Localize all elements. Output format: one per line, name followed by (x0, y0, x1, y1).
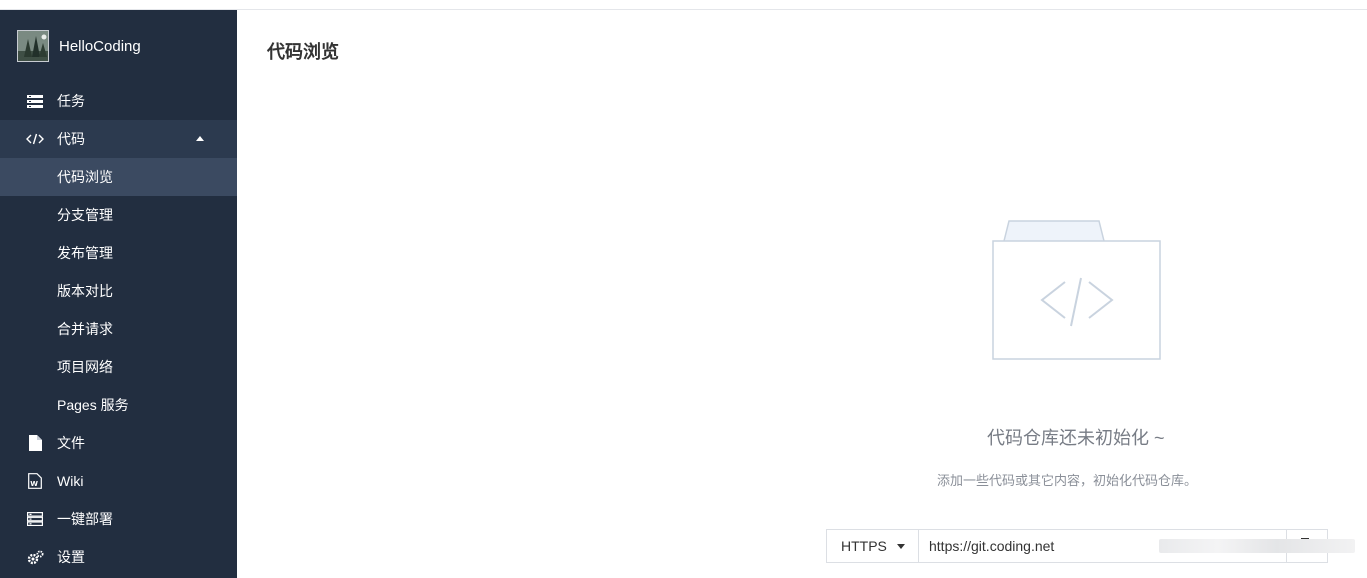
sidebar-item-label: 分支管理 (57, 207, 113, 223)
sidebar-item-label: 版本对比 (57, 283, 113, 299)
sidebar-item-releases[interactable]: 发布管理 (0, 234, 237, 272)
wiki-icon: W (26, 473, 44, 489)
sidebar-item-label: 项目网络 (57, 359, 113, 375)
sidebar-item-compare[interactable]: 版本对比 (0, 272, 237, 310)
sidebar-item-tasks[interactable]: 任务 (0, 82, 237, 120)
chevron-down-icon (897, 544, 905, 549)
sidebar-item-label: 合并请求 (57, 321, 113, 337)
sidebar-item-deploy[interactable]: 一键部署 (0, 500, 237, 538)
sidebar-item-code-browse[interactable]: 代码浏览 (0, 158, 237, 196)
sidebar-item-label: 代码浏览 (57, 169, 113, 185)
code-icon (26, 131, 44, 147)
sidebar-item-label: 任务 (57, 93, 85, 109)
empty-repo-illustration (992, 220, 1162, 362)
file-icon (26, 435, 44, 451)
sidebar-item-merge-requests[interactable]: 合并请求 (0, 310, 237, 348)
clone-url-wrapper (919, 530, 1355, 562)
sidebar-item-pages[interactable]: Pages 服务 (0, 386, 237, 424)
page-title: 代码浏览 (267, 42, 339, 62)
sidebar-item-label: Pages 服务 (57, 397, 129, 413)
project-name: HelloCoding (59, 37, 141, 55)
sidebar-item-files[interactable]: 文件 (0, 424, 237, 462)
sidebar-item-label: 设置 (57, 549, 85, 565)
sidebar-nav: 任务 代码 代码浏览 分支管理 发布管理 版本对比 合并请求 项目网络 Page (0, 82, 237, 576)
sidebar-item-network[interactable]: 项目网络 (0, 348, 237, 386)
empty-state-title: 代码仓库还未初始化 ~ (987, 428, 1165, 448)
sidebar-item-label: 发布管理 (57, 245, 113, 261)
clone-url-bar: HTTPS (826, 529, 1355, 563)
protocol-value: HTTPS (841, 538, 887, 554)
svg-text:W: W (30, 480, 38, 488)
sidebar: HelloCoding 任务 代码 代码浏览 分支管理 发布管理 版本对比 合并… (0, 10, 237, 578)
project-avatar (17, 30, 49, 62)
sidebar-item-label: Wiki (57, 473, 84, 489)
sidebar-item-label: 代码 (57, 131, 85, 147)
deploy-icon (26, 511, 44, 527)
sidebar-item-label: 一键部署 (57, 511, 113, 527)
sidebar-item-branches[interactable]: 分支管理 (0, 196, 237, 234)
top-border (0, 0, 1367, 10)
sidebar-item-label: 文件 (57, 435, 85, 451)
tasks-icon (26, 93, 44, 109)
protocol-select[interactable]: HTTPS (827, 530, 919, 562)
sidebar-item-wiki[interactable]: W Wiki (0, 462, 237, 500)
chevron-up-icon (196, 136, 204, 141)
redacted-url-blur (1159, 539, 1355, 553)
empty-state-description: 添加一些代码或其它内容，初始化代码仓库。 (937, 473, 1198, 488)
brand[interactable]: HelloCoding (17, 30, 141, 62)
gear-icon (26, 549, 44, 565)
sidebar-item-settings[interactable]: 设置 (0, 538, 237, 576)
sidebar-item-code[interactable]: 代码 (0, 120, 237, 158)
